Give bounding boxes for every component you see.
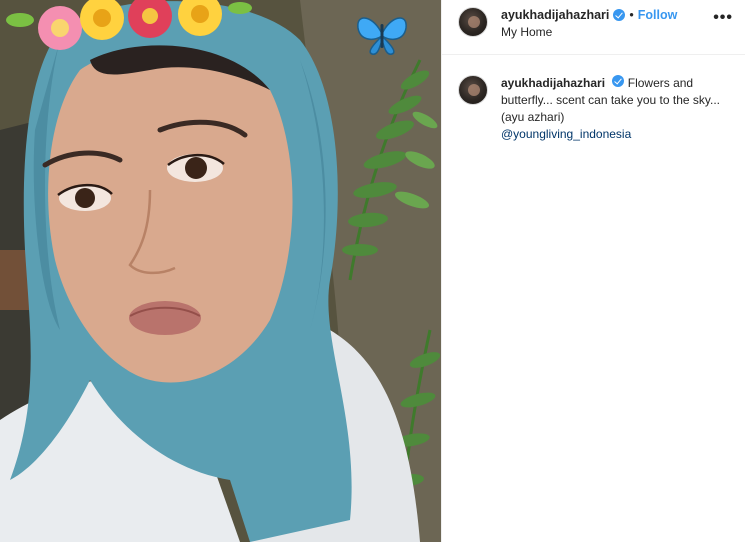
more-options-icon[interactable]: ••• <box>713 10 733 26</box>
caption-body: ayukhadijahazhari Flowers and butterfly.… <box>501 75 734 143</box>
post-header: ayukhadijahazhari • Follow My Home ••• <box>442 0 745 55</box>
mention-link[interactable]: @youngliving_indonesia <box>501 126 734 143</box>
verified-badge-icon <box>613 9 626 21</box>
username-link[interactable]: ayukhadijahazhari <box>501 8 609 22</box>
header-user-line: ayukhadijahazhari • Follow <box>501 8 677 22</box>
separator-dot: • <box>629 8 634 22</box>
post-photo[interactable] <box>0 0 441 542</box>
follow-button[interactable]: Follow <box>638 8 678 22</box>
caption-username-link[interactable]: ayukhadijahazhari <box>501 76 605 90</box>
post-side-panel: ayukhadijahazhari • Follow My Home ••• a… <box>441 0 745 542</box>
location-link[interactable]: My Home <box>501 25 552 39</box>
caption-comment: ayukhadijahazhari Flowers and butterfly.… <box>458 75 734 143</box>
avatar[interactable] <box>458 7 488 37</box>
avatar[interactable] <box>458 75 488 105</box>
verified-badge-icon <box>612 75 625 87</box>
